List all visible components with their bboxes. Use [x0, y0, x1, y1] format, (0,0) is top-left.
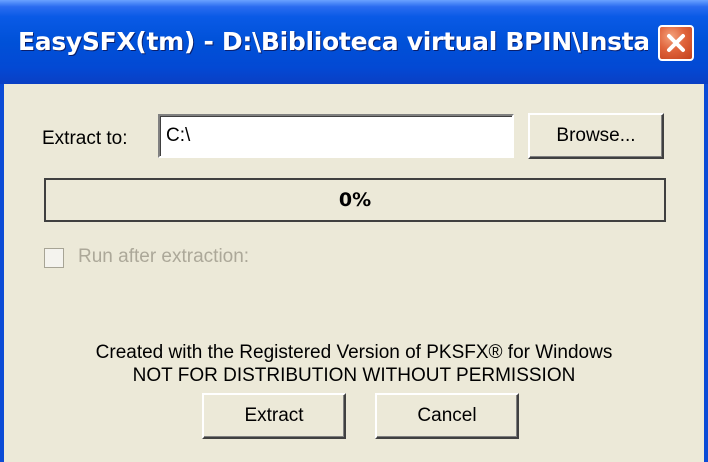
registered-version-notice: Created with the Registered Version of P…: [95, 342, 613, 363]
run-after-extraction-label: Run after extraction:: [78, 246, 250, 267]
cancel-button[interactable]: Cancel: [375, 393, 519, 439]
title-bar[interactable]: EasySFX(tm) - D:\Biblioteca virtual BPIN…: [0, 0, 708, 84]
window-frame-right: [704, 84, 708, 462]
close-button[interactable]: [658, 25, 694, 61]
progress-percent: 0%: [338, 189, 372, 211]
extract-path-input[interactable]: [158, 114, 514, 158]
window-title: EasySFX(tm) - D:\Biblioteca virtual BPIN…: [18, 27, 648, 56]
distribution-notice: NOT FOR DISTRIBUTION WITHOUT PERMISSION: [132, 365, 576, 386]
close-icon: [667, 34, 685, 52]
extract-to-label: Extract to:: [42, 128, 128, 149]
easysfx-dialog: EasySFX(tm) - D:\Biblioteca virtual BPIN…: [0, 0, 708, 462]
window-frame-left: [0, 84, 4, 462]
browse-button[interactable]: Browse...: [528, 113, 664, 159]
run-after-extraction-checkbox[interactable]: [44, 248, 64, 268]
extract-button[interactable]: Extract: [202, 393, 346, 439]
progress-bar: 0%: [44, 178, 666, 222]
